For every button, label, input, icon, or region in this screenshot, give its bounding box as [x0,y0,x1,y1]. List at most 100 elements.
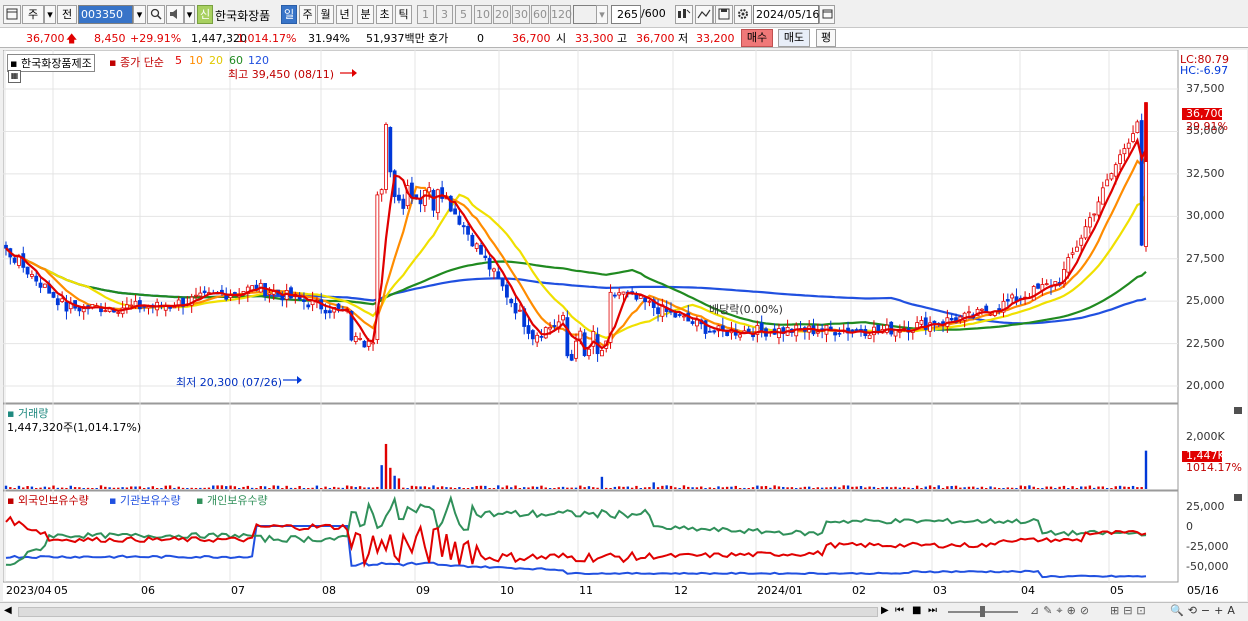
chart-canvas[interactable] [3,50,1247,601]
candle [578,330,583,340]
volume-bar [1123,486,1126,489]
candle [306,304,311,308]
volume-bar [112,487,116,489]
open-price: 33,300 [575,32,614,45]
volume-bar [553,488,556,489]
window-icon[interactable] [3,5,21,24]
candle [323,309,328,314]
scroll-right-icon[interactable]: ▶ [881,605,889,616]
volume-bar [622,486,625,489]
volume-bar [302,488,306,489]
volume-bar [648,487,651,489]
volume-bar [440,486,444,489]
market-dropdown-icon[interactable]: ▾ [44,5,56,24]
settings-gear-icon[interactable] [734,5,752,24]
save-icon[interactable] [715,5,733,24]
volume-bar [289,487,293,489]
tab-tick[interactable]: 틱 [395,5,412,24]
volume-bar [795,488,798,489]
volume-bar [829,487,832,489]
volume-panel-close-icon[interactable] [1234,407,1242,414]
volume-bar [246,485,250,489]
speaker-dropdown-icon[interactable]: ▾ [184,5,195,24]
volume-bar [186,488,189,489]
calendar-icon[interactable] [819,5,835,24]
rewind-icon[interactable]: ⏮ [895,605,904,616]
drawing-tools-icon[interactable]: ⊿✎⌖⊕⊘ [1030,604,1093,618]
candle [1070,252,1075,255]
interval-5[interactable]: 5 [455,5,472,24]
holdings-panel-close-icon[interactable] [1234,494,1242,501]
interval-120[interactable]: 120 [550,5,572,24]
volume-bar [786,487,789,489]
grid-table-icon[interactable]: ▦ [8,70,21,83]
x-axis-tick: 03 [933,584,947,597]
volume-bar [652,482,655,489]
search-icon[interactable] [147,5,165,24]
zoom-slider-handle[interactable] [980,606,985,617]
speaker-icon[interactable] [166,5,184,24]
volume-bar [1136,487,1139,489]
count-input[interactable]: 265 [611,5,641,24]
horizontal-scrollbar[interactable] [18,607,878,617]
zoom-tools-icon[interactable]: 🔍⟲−+A [1170,604,1239,617]
candle [435,189,440,214]
evaluate-button[interactable]: 평 [816,29,836,47]
candle [1066,257,1071,273]
line-tool-icon[interactable] [695,5,713,24]
scroll-left-icon[interactable]: ◀ [4,605,12,616]
volume-bar [674,487,677,489]
volume-bar [484,485,487,489]
volume-bar [52,485,55,489]
volume-bar [427,487,431,489]
tab-year[interactable]: 년 [336,5,353,24]
stop-icon[interactable]: ■ [912,605,921,616]
low-price: 33,200 [696,32,735,45]
candle [125,304,129,309]
tab-week[interactable]: 주 [299,5,316,24]
ma-legend-5[interactable]: 5 [175,54,182,67]
volume-bar [17,485,21,489]
interval-10[interactable]: 10 [474,5,492,24]
chart-tools-icon[interactable] [675,5,693,24]
prev-button[interactable]: 전 [57,5,77,24]
holdings-axis-minus25000: -25,000 [1186,540,1229,553]
volume-bar [466,488,470,489]
institution-legend-label: 기관보유수량 [119,494,181,507]
chart-area[interactable] [3,50,1247,601]
interval-20[interactable]: 20 [493,5,511,24]
ma-legend-20[interactable]: 20 [209,54,223,67]
tab-month[interactable]: 월 [317,5,334,24]
volume-bar [1019,485,1022,489]
candle [267,292,272,295]
volume-bar [665,485,668,489]
tab-minute[interactable]: 분 [357,5,374,24]
interval-custom-input[interactable] [573,5,597,24]
volume-bar [842,485,845,489]
sell-button[interactable]: 매도 [778,29,810,47]
buy-button[interactable]: 매수 [741,29,773,47]
forward-icon[interactable]: ⏭ [928,605,937,616]
date-input[interactable]: 2024/05/16 [753,5,819,24]
candle [854,329,859,331]
candle [677,314,682,316]
market-select[interactable]: 주 [22,5,44,24]
interval-60[interactable]: 60 [531,5,549,24]
ma-legend-10[interactable]: 10 [189,54,203,67]
interval-3[interactable]: 3 [436,5,453,24]
code-dropdown-icon[interactable]: ▾ [133,5,146,24]
interval-30[interactable]: 30 [512,5,530,24]
candle [38,282,43,288]
tab-day[interactable]: 일 [281,5,297,24]
interval-dropdown-icon[interactable]: ▾ [596,5,608,24]
stock-code-input[interactable]: 003350 [78,5,133,24]
candle [561,315,565,321]
volume-bar [717,486,720,489]
interval-1[interactable]: 1 [417,5,434,24]
candle [224,295,229,300]
tab-second[interactable]: 초 [376,5,393,24]
volume-current-pct: 1014.17% [1186,461,1242,474]
hoga-label: 호가 [428,32,449,45]
volume-bar [1075,488,1079,489]
view-tools-icon[interactable]: ⊞⊟⊡ [1110,604,1150,617]
